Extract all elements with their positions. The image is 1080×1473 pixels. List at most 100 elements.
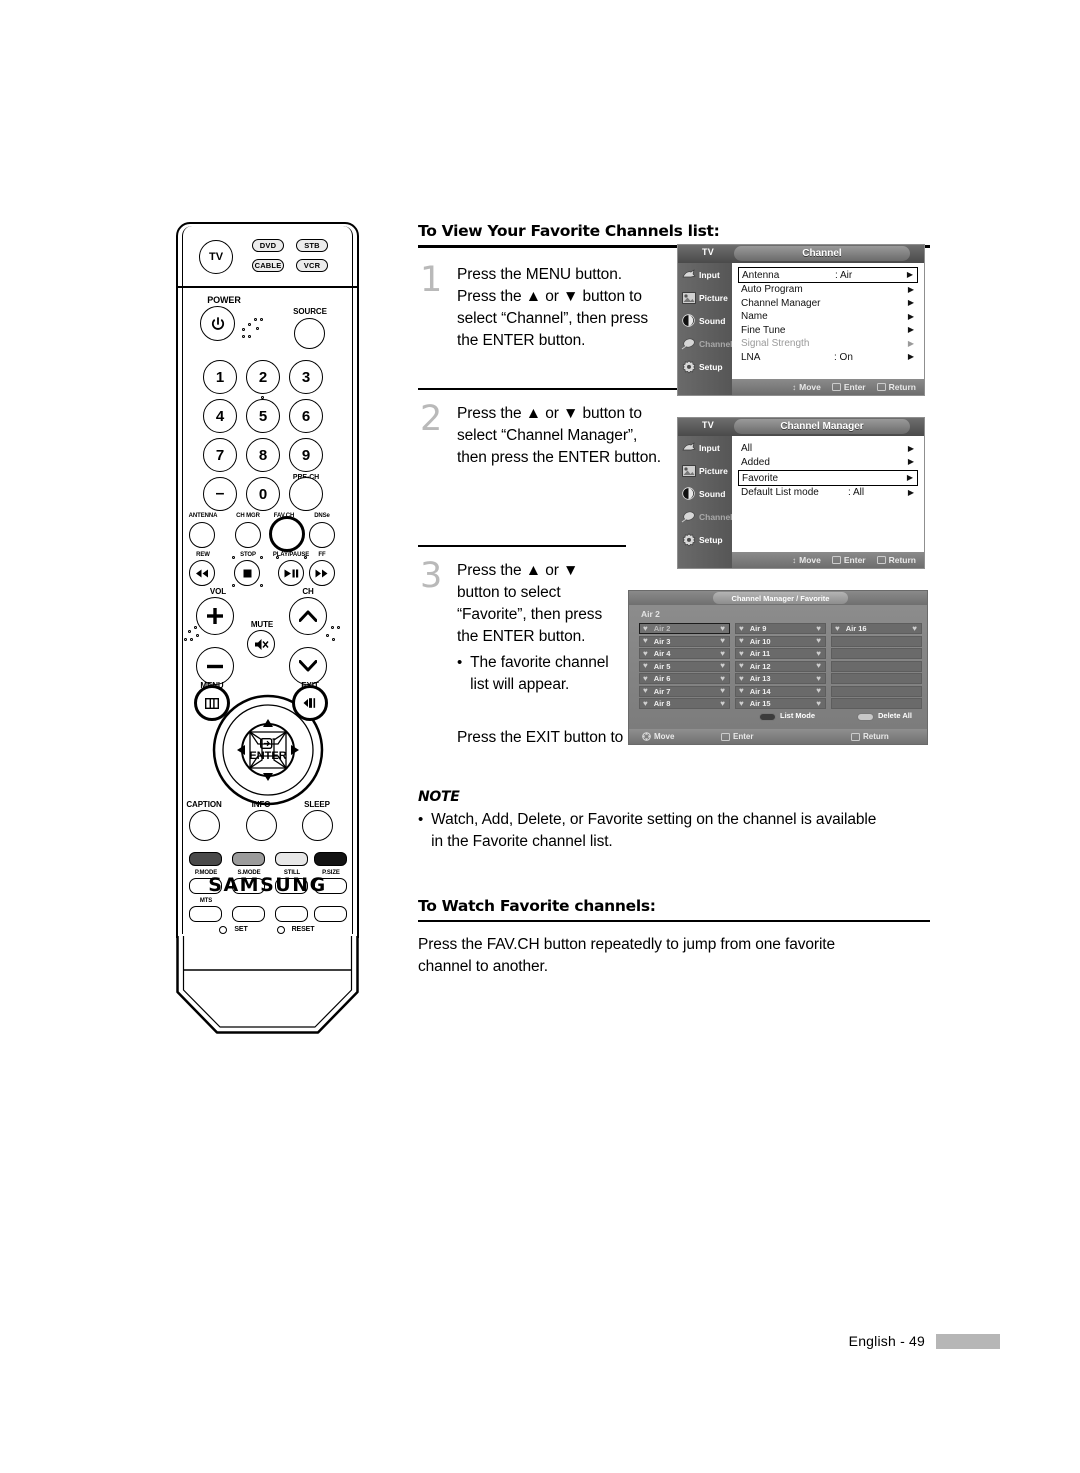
remote-color-button-3[interactable] [275, 852, 308, 866]
osd3-footer-return: Return [851, 732, 889, 741]
remote-button-stop[interactable] [234, 560, 260, 586]
osd1-row-signal-strength[interactable]: Signal Strength ▶ [738, 337, 918, 351]
osd1-side-sound[interactable]: Sound [678, 309, 732, 332]
osd3-cell-air-4[interactable]: ♥ Air 4 ♥ [639, 648, 730, 659]
heart-icon: ♥ [643, 648, 648, 658]
remote-button-5[interactable]: 5 [246, 399, 280, 433]
osd2-row-all[interactable]: All ▶ [738, 442, 918, 456]
remote-button-rew[interactable] [189, 560, 215, 586]
remote-button-1[interactable]: 1 [203, 360, 237, 394]
remote-button-sleep[interactable] [302, 810, 333, 841]
osd1-row-antenna-label: Antenna [742, 269, 780, 281]
heart-icon: ♥ [816, 698, 821, 708]
remote-button-cable[interactable]: CABLE [252, 259, 284, 272]
remote-button-exit[interactable] [292, 685, 328, 721]
remote-button-ch-mgr[interactable] [235, 522, 261, 548]
remote-button-reset[interactable] [277, 926, 285, 934]
step-2-text: Press the ▲ or ▼ button to select “Chann… [457, 403, 707, 469]
osd2-side-sound[interactable]: Sound [678, 482, 732, 505]
osd3-key-list-mode[interactable]: List Mode [759, 711, 815, 721]
remote-button-set[interactable] [219, 926, 227, 934]
osd3-cell-air-7[interactable]: ♥ Air 7 ♥ [639, 685, 730, 697]
remote-button-3[interactable]: 3 [289, 360, 323, 394]
remote-button-dash[interactable]: – [203, 477, 237, 511]
remote-button-8[interactable]: 8 [246, 438, 280, 472]
remote-button-ch-up[interactable] [289, 597, 327, 635]
osd3-footer-move-label: Move [654, 731, 675, 741]
osd3-cell-air-14[interactable]: ♥ Air 14 ♥ [735, 685, 826, 697]
osd3-cell-air-6[interactable]: ♥ Air 6 ♥ [639, 673, 730, 684]
osd3-cell-air-16[interactable]: ♥ Air 16 ♥ [831, 623, 922, 634]
remote-button-ch-down[interactable] [289, 647, 327, 685]
remote-button-info[interactable] [246, 810, 277, 841]
osd3-cell-air-13[interactable]: ♥ Air 13 ♥ [735, 673, 826, 684]
remote-button-ff[interactable] [309, 560, 335, 586]
osd3-cell-air-15-label: Air 15 [749, 699, 771, 708]
osd3-cell-air-7-label: Air 7 [653, 686, 671, 696]
remote-button-dvd[interactable]: DVD [252, 239, 284, 252]
osd2-side-input[interactable]: Input [678, 436, 732, 459]
remote-button-caption[interactable] [189, 810, 220, 841]
osd3-cell-air-11[interactable]: ♥ Air 11 ♥ [735, 648, 826, 659]
osd1-side-channel-label: Channel [699, 338, 733, 349]
remote-button-blank-4[interactable] [314, 906, 347, 922]
remote-color-button-2[interactable] [232, 852, 265, 866]
remote-button-antenna[interactable] [189, 522, 215, 548]
osd3-key-delete-all[interactable]: Delete All [857, 711, 912, 721]
osd1-row-antenna[interactable]: Antenna : Air ▶ [738, 267, 918, 283]
remote-button-source[interactable] [294, 318, 325, 349]
remote-button-4[interactable]: 4 [203, 399, 237, 433]
osd3-cell-air-12[interactable]: ♥ Air 12 ♥ [735, 660, 826, 672]
osd1-row-lna[interactable]: LNA : On ▶ [738, 351, 918, 365]
osd3-cell-air-9[interactable]: ♥ Air 9 ♥ [735, 623, 826, 634]
osd1-side-input[interactable]: Input [678, 263, 732, 286]
remote-button-vol-down[interactable] [196, 647, 234, 685]
remote-button-vol-up[interactable] [196, 597, 234, 635]
remote-button-power[interactable] [200, 306, 235, 341]
osd2-row-default-list-mode[interactable]: Default List mode : All ▶ [738, 486, 918, 500]
remote-button-pre-ch[interactable] [289, 477, 323, 511]
section-heading-view-favorites: To View Your Favorite Channels list: [418, 222, 720, 240]
osd1-side-picture[interactable]: Picture [678, 286, 732, 309]
chevron-right-icon: ▶ [907, 338, 914, 348]
remote-button-stb[interactable]: STB [296, 239, 328, 252]
remote-button-play-pause[interactable] [278, 560, 304, 586]
remote-button-mute[interactable] [247, 630, 275, 658]
remote-color-button-4[interactable] [314, 852, 347, 866]
heart-icon: ♥ [739, 686, 744, 695]
osd2-side-picture[interactable]: Picture [678, 459, 732, 482]
osd2-side-channel[interactable]: Channel [678, 505, 733, 528]
osd2-row-added[interactable]: Added ▶ [738, 456, 918, 470]
remote-button-mts[interactable] [189, 906, 222, 922]
remote-button-6[interactable]: 6 [289, 399, 323, 433]
osd1-row-fine-tune[interactable]: Fine Tune ▶ [738, 324, 918, 338]
remote-button-menu[interactable] [194, 685, 230, 721]
remote-color-button-1[interactable] [189, 852, 222, 866]
remote-button-tv[interactable]: TV [199, 240, 233, 274]
osd1-side-setup[interactable]: Setup [678, 355, 732, 378]
osd2-row-favorite[interactable]: Favorite ▶ [738, 470, 918, 486]
osd1-row-channel-manager[interactable]: Channel Manager ▶ [738, 297, 918, 311]
remote-button-0[interactable]: 0 [246, 477, 280, 511]
osd1-row-auto-program[interactable]: Auto Program ▶ [738, 283, 918, 297]
remote-button-vcr[interactable]: VCR [296, 259, 328, 272]
remote-button-dnse[interactable] [309, 522, 335, 548]
remote-button-fav-ch[interactable] [269, 516, 305, 552]
remote-button-blank-2[interactable] [232, 906, 265, 922]
osd3-cell-air-10[interactable]: ♥ Air 10 ♥ [735, 635, 826, 647]
osd1-side-channel[interactable]: Channel [678, 332, 733, 355]
osd3-cell-air-11-label: Air 11 [749, 649, 771, 658]
remote-button-7[interactable]: 7 [203, 438, 237, 472]
osd3-cell-air-5[interactable]: ♥ Air 5 ♥ [639, 660, 730, 672]
osd3-cell-air-4-label: Air 4 [653, 649, 671, 658]
osd1-row-name[interactable]: Name ▶ [738, 310, 918, 324]
osd3-cell-air-8[interactable]: ♥ Air 8 ♥ [639, 698, 730, 709]
osd3-cell-air-15[interactable]: ♥ Air 15 ♥ [735, 698, 826, 709]
osd3-cell-air-2[interactable]: ♥ Air 2 ♥ [639, 623, 730, 634]
remote-menu-label: MENU [200, 681, 224, 690]
osd3-cell-air-3[interactable]: ♥ Air 3 ♥ [639, 635, 730, 647]
remote-button-blank-3[interactable] [275, 906, 308, 922]
remote-button-9[interactable]: 9 [289, 438, 323, 472]
remote-button-2[interactable]: 2 [246, 360, 280, 394]
osd2-side-setup[interactable]: Setup [678, 528, 732, 551]
